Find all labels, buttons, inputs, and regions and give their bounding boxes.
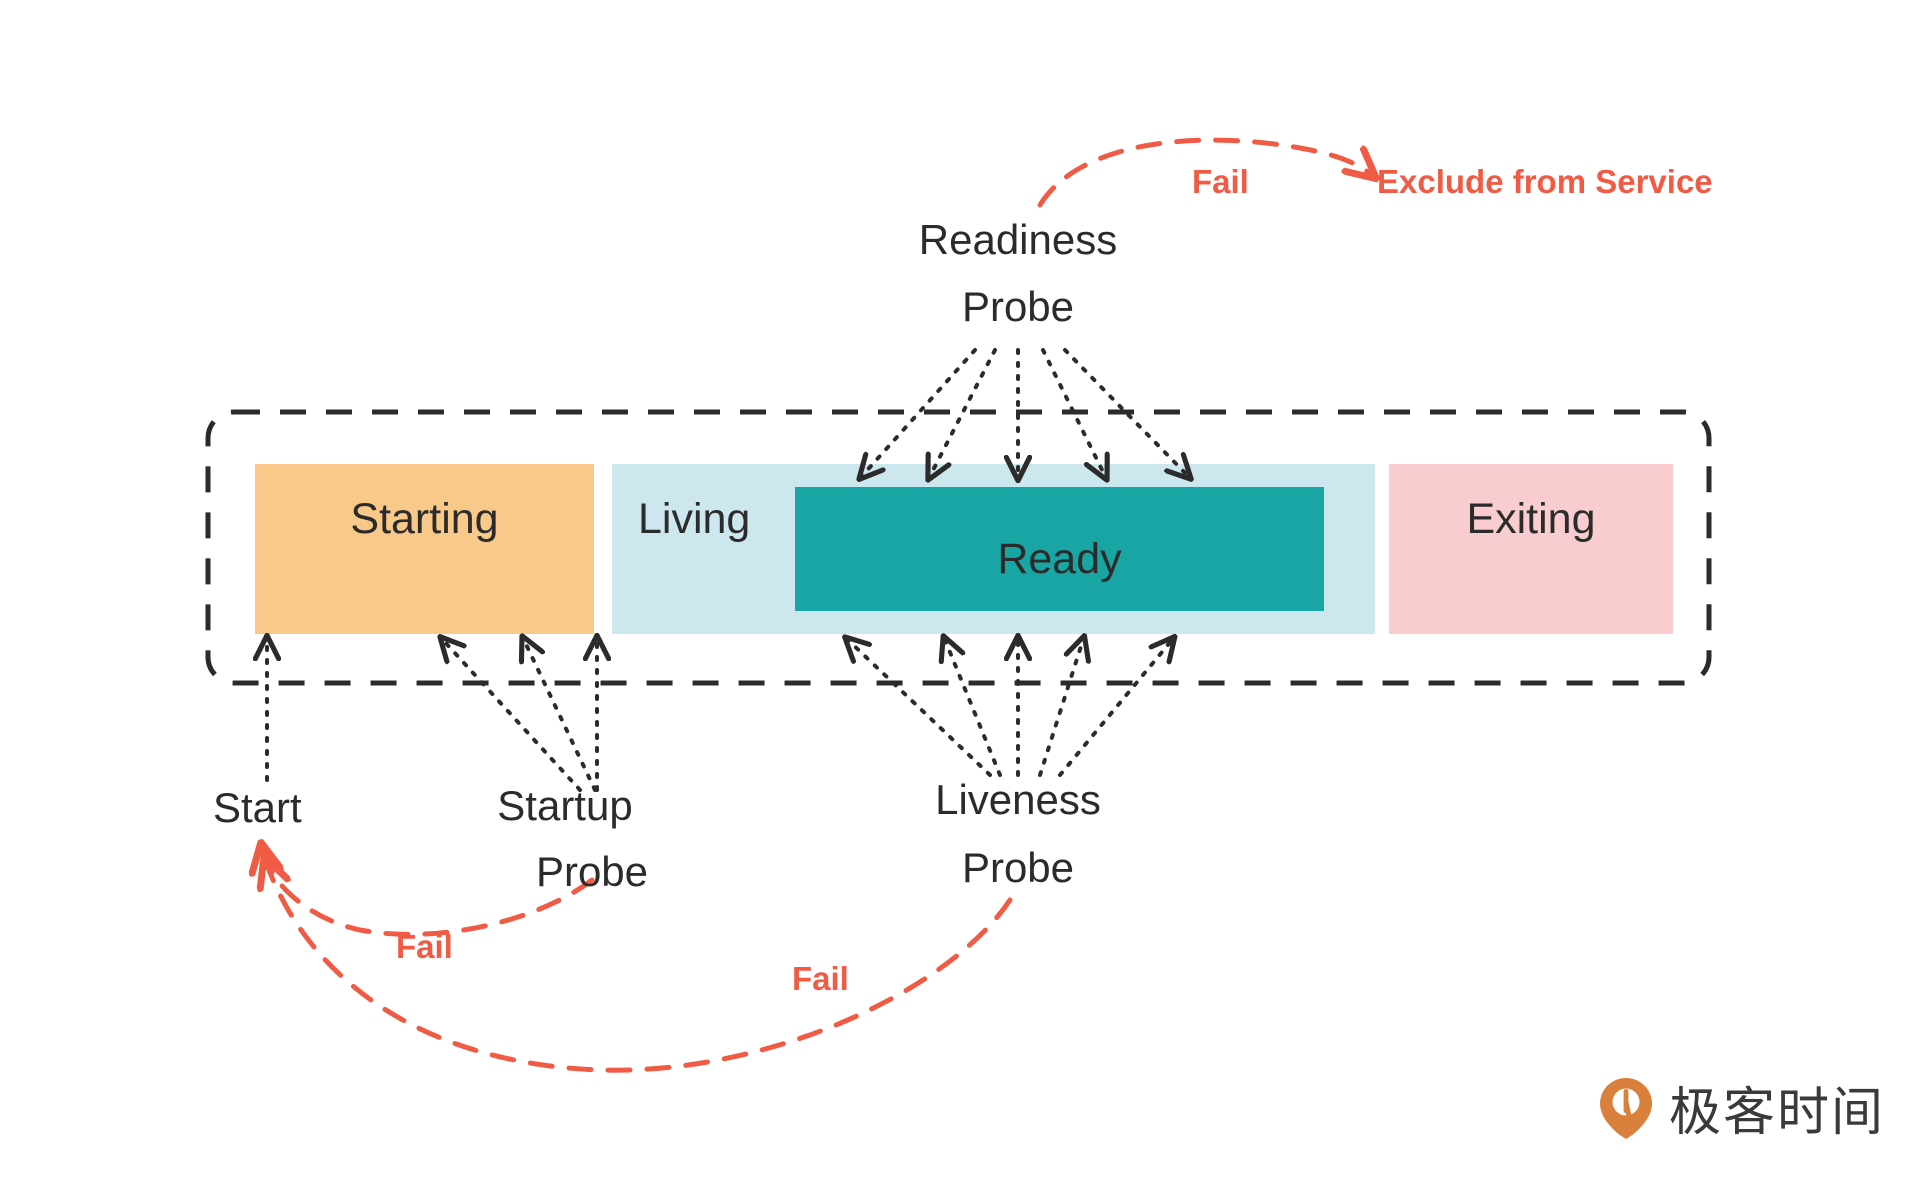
liveness-probe-arrows [848,640,1172,777]
state-label-starting: Starting [350,495,499,543]
diagram-canvas: Starting Living Ready Exiting Readiness … [0,0,1920,1200]
readiness-probe-label-line1: Readiness [918,216,1118,263]
liveness-probe-label-line2: Probe [961,844,1075,891]
state-label-ready: Ready [997,535,1122,583]
exclude-from-service-label: Exclude from Service [1377,163,1713,200]
watermark-brand-text: 极客时间 [1669,1083,1886,1143]
startup-fail-label: Fail [396,928,453,965]
state-box-exiting[interactable] [1389,464,1673,634]
start-label: Start [213,784,302,831]
location-pin-icon [1600,1077,1652,1139]
liveness-fail-label: Fail [792,960,849,997]
state-label-exiting: Exiting [1466,495,1596,543]
liveness-probe-label-line1: Liveness [935,776,1101,823]
state-box-starting[interactable] [255,464,594,634]
startup-probe-arrows [443,640,597,792]
startup-probe-label-line2: Probe [535,848,649,895]
state-label-living: Living [638,495,751,543]
readiness-probe-label-line2: Probe [961,283,1075,330]
watermark-logo: 极客时间 [1597,1070,1885,1145]
startup-probe-label-line1: Startup [497,782,633,829]
readiness-fail-label: Fail [1192,163,1249,200]
